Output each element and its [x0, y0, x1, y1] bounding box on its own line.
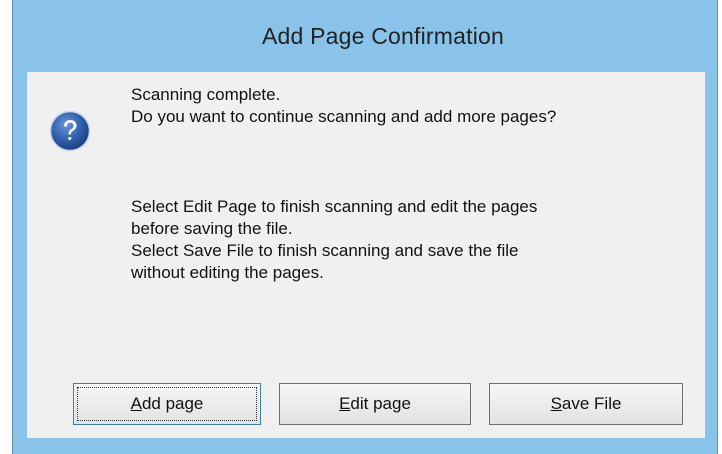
accelerator-key: S — [550, 394, 562, 413]
dialog-content: Scanning complete. Do you want to contin… — [27, 72, 705, 438]
save-file-button[interactable]: Save File — [489, 383, 683, 425]
dialog-title: Add Page Confirmation — [261, 22, 504, 49]
label-text: ave File — [561, 394, 622, 413]
info-message: Select Edit Page to finish scanning and … — [131, 196, 651, 284]
info-line: without editing the pages. — [131, 263, 324, 282]
add-page-button[interactable]: Add page — [73, 383, 261, 425]
accelerator-key: E — [339, 394, 351, 413]
message-line: Scanning complete. — [131, 85, 281, 104]
main-message: Scanning complete. Do you want to contin… — [131, 84, 556, 128]
info-line: Select Save File to finish scanning and … — [131, 241, 519, 260]
edit-page-label: Edit page — [339, 394, 411, 414]
message-line: Do you want to continue scanning and add… — [131, 107, 557, 126]
info-line: before saving the file. — [131, 219, 293, 238]
label-text: dit page — [350, 394, 411, 413]
focus-rectangle — [77, 387, 257, 421]
dialog-window: Add Page Confirmation Scanning complete.… — [12, 0, 718, 454]
question-icon — [49, 110, 91, 152]
edit-page-button[interactable]: Edit page — [279, 383, 471, 425]
info-line: Select Edit Page to finish scanning and … — [131, 197, 538, 216]
title-bar[interactable]: Add Page Confirmation — [13, 0, 717, 72]
save-file-label: Save File — [551, 394, 622, 414]
